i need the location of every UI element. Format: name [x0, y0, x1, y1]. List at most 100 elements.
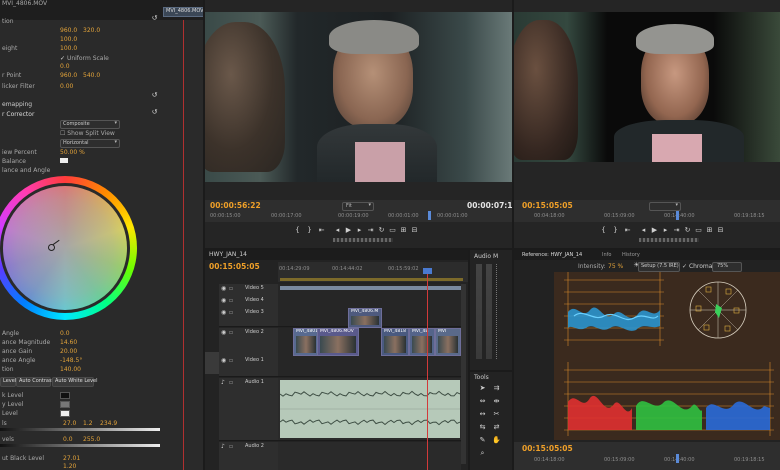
reference-playhead[interactable]	[676, 454, 679, 463]
view-percent-value[interactable]: 50.00 %	[60, 149, 85, 156]
lock-icon[interactable]: ▫	[229, 329, 233, 336]
effect-row-value-2[interactable]: 540.0	[83, 72, 100, 79]
program-playhead[interactable]	[676, 211, 679, 220]
level-button[interactable]: Auto Contrast	[16, 377, 54, 387]
show-split-view[interactable]: ☐ Show Split View	[60, 130, 115, 137]
eye-icon[interactable]: ◉	[221, 309, 226, 316]
track-header[interactable]: ♪ ▫ Audio 1	[219, 378, 278, 441]
pen-tool-icon[interactable]: ✎	[478, 436, 487, 445]
timeline-work-area-bar[interactable]	[280, 278, 463, 281]
source-go-to-in-icon[interactable]: ⇤	[317, 226, 326, 235]
program-mark-in-icon[interactable]: {	[599, 226, 608, 235]
wheel-param-value[interactable]: 14.60	[60, 339, 77, 346]
level-slider[interactable]	[0, 428, 160, 431]
source-loop-icon[interactable]: ↻	[377, 226, 386, 235]
wheel-param-value[interactable]: 0.0	[60, 330, 70, 337]
effect-row-value-1[interactable]: 0.0	[60, 63, 70, 70]
level-value-3[interactable]: 234.9	[100, 420, 117, 427]
program-insert-icon[interactable]: ⊞	[705, 226, 714, 235]
source-play-icon[interactable]: ▶	[344, 226, 353, 235]
program-current-time[interactable]: 00:15:05:05	[522, 201, 573, 210]
program-safe-margins-icon[interactable]: ▭	[694, 226, 703, 235]
eye-icon[interactable]: ◉	[221, 357, 226, 364]
timeline-clip[interactable]: MVI_4801	[293, 328, 319, 356]
chroma-dropdown[interactable]: 75%	[712, 262, 742, 272]
program-go-to-in-icon[interactable]: ⇤	[623, 226, 632, 235]
program-overlay-icon[interactable]: ⊟	[716, 226, 725, 235]
eye-icon[interactable]: ♪	[221, 379, 225, 386]
level-swatch[interactable]	[60, 401, 70, 408]
ripple-edit-tool-icon[interactable]: ⇔	[478, 397, 487, 406]
lock-icon[interactable]: ▫	[229, 443, 233, 450]
source-insert-icon[interactable]: ⊞	[399, 226, 408, 235]
wheel-handle[interactable]	[48, 244, 55, 251]
source-go-to-out-icon[interactable]: ⇥	[366, 226, 375, 235]
balance-swatch[interactable]	[60, 158, 68, 163]
chroma-checkbox[interactable]: ✓ Chroma	[682, 263, 712, 270]
reset-icon[interactable]: ↺	[150, 14, 159, 23]
reset-icon-3[interactable]: ↺	[150, 108, 159, 117]
slide-tool-icon[interactable]: ⇄	[492, 423, 501, 432]
lock-icon[interactable]: ▫	[229, 379, 233, 386]
source-step-back-icon[interactable]: ◂	[333, 226, 342, 235]
source-jog-bar[interactable]	[333, 238, 393, 242]
reference-tab[interactable]: Reference: HWY_JAN_14	[522, 252, 582, 258]
program-zoom-dropdown[interactable]: ▾	[649, 202, 681, 211]
slip-tool-icon[interactable]: ⇆	[478, 423, 487, 432]
effect-row-value-1[interactable]: 960.0	[60, 72, 77, 79]
program-play-icon[interactable]: ▶	[650, 226, 659, 235]
timeline-vertical-scrollbar[interactable]	[461, 284, 466, 464]
program-jog-bar[interactable]	[639, 238, 699, 242]
timeline-current-time[interactable]: 00:15:05:05	[209, 262, 260, 271]
source-playhead[interactable]	[428, 211, 431, 220]
hand-tool-icon[interactable]: ✋	[492, 436, 501, 445]
reference-current-time[interactable]: 00:15:05:05	[522, 444, 573, 453]
program-step-forward-icon[interactable]: ▸	[661, 226, 670, 235]
level-value-1[interactable]: 1.20	[63, 463, 76, 470]
effect-row-value-1[interactable]: 100.0	[60, 45, 77, 52]
level-value-1[interactable]: 27.01	[63, 455, 80, 462]
source-safe-margins-icon[interactable]: ▭	[388, 226, 397, 235]
level-button[interactable]: Auto White Level	[52, 377, 98, 387]
track-header[interactable]: ◉ ▫ Video 2	[219, 328, 278, 357]
layout-dropdown[interactable]: Horizontal ▾	[60, 139, 120, 148]
lock-icon[interactable]: ▫	[229, 285, 233, 292]
eye-icon[interactable]: ◉	[221, 297, 226, 304]
intensity-value[interactable]: 75 %	[608, 263, 623, 270]
reference-tab[interactable]: History	[622, 252, 640, 258]
level-value-1[interactable]: 0.0	[63, 436, 73, 443]
timeline-clip[interactable]: MVI_4806.MOV	[317, 328, 359, 356]
wheel-param-value[interactable]: 20.00	[60, 348, 77, 355]
output-dropdown[interactable]: Composite ▾	[60, 120, 120, 129]
level-button[interactable]: Level	[0, 377, 16, 387]
source-overlay-icon[interactable]: ⊟	[410, 226, 419, 235]
source-mark-in-icon[interactable]: {	[293, 226, 302, 235]
program-go-to-out-icon[interactable]: ⇥	[672, 226, 681, 235]
timeline-edge-tab[interactable]	[205, 352, 219, 374]
source-current-time[interactable]: 00:00:56:22	[210, 201, 261, 210]
level-value-2[interactable]: 255.0	[83, 436, 100, 443]
timeline-playhead-marker[interactable]	[423, 268, 432, 274]
track-lane[interactable]	[278, 356, 461, 377]
source-mark-out-icon[interactable]: }	[305, 226, 314, 235]
timeline-clip[interactable]: MVI_4806.M	[348, 308, 382, 328]
eye-icon[interactable]: ◉	[221, 285, 226, 292]
effect-row-value-2[interactable]: 320.0	[83, 27, 100, 34]
setup-dropdown[interactable]: Setup (7.5 IRE)	[638, 262, 680, 272]
track-lane[interactable]	[278, 442, 461, 470]
level-swatch[interactable]	[60, 410, 70, 417]
sequence-tab[interactable]: HWY_JAN_14	[209, 251, 247, 258]
program-mark-out-icon[interactable]: }	[611, 226, 620, 235]
timeline-clip[interactable]: MVI_4818	[381, 328, 409, 356]
reference-tab[interactable]: Info	[602, 252, 611, 258]
program-step-back-icon[interactable]: ◂	[639, 226, 648, 235]
level-slider[interactable]	[0, 444, 160, 447]
source-zoom-dropdown[interactable]: Fit ▾	[342, 202, 374, 211]
level-value-2[interactable]: 1.2	[83, 420, 93, 427]
effect-row-value-1[interactable]: 0.00	[60, 83, 73, 90]
program-loop-icon[interactable]: ↻	[683, 226, 692, 235]
selection-tool-icon[interactable]: ➤	[478, 384, 487, 393]
zoom-tool-icon[interactable]: ⌕	[478, 449, 487, 458]
clip-tab[interactable]: MVI_4806.MOV	[163, 7, 203, 17]
color-wheel[interactable]	[0, 176, 137, 320]
